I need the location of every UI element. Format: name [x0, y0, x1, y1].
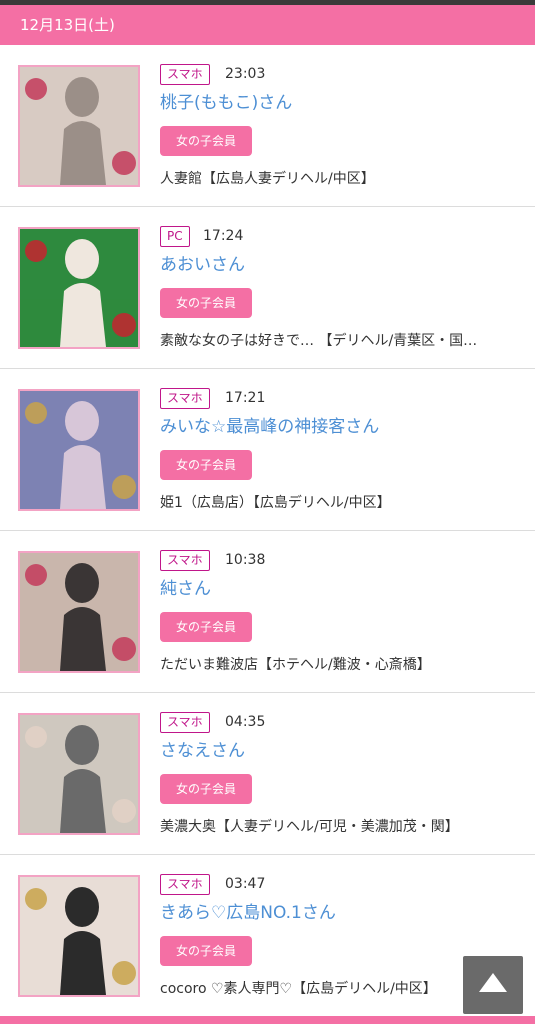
girl-name-link[interactable]: きあら♡広島NO.1さん	[160, 901, 336, 925]
girl-name-link[interactable]: さなえさん	[160, 739, 245, 763]
shop-name: 素敵な女の子は好きで… 【デリヘル/青葉区・国…	[160, 333, 478, 349]
girl-name-link[interactable]: みいな☆最高峰の神接客さん	[160, 415, 379, 439]
post-time: 03:47	[225, 876, 266, 892]
profile-photo[interactable]	[18, 875, 140, 997]
scroll-to-top-button[interactable]	[463, 956, 523, 1014]
member-badge: 女の子会員	[160, 126, 252, 156]
member-badge: 女の子会員	[160, 774, 252, 804]
list-item[interactable]: スマホ 10:38 純さん女の子会員ただいま難波店【ホテヘル/難波・心斎橋】	[0, 531, 535, 693]
arrow-up-icon	[479, 973, 507, 992]
member-badge: 女の子会員	[160, 936, 252, 966]
post-time: 17:21	[225, 390, 266, 406]
list-item[interactable]: スマホ 03:47 きあら♡広島NO.1さん 女の子会員 cocoro ♡素人専門♡【広…	[0, 855, 535, 1017]
date-header: 12月13日(土)	[0, 5, 535, 45]
shop-name: 姫1（広島店）【広島デリヘル/中区】	[160, 495, 391, 511]
list-item[interactable]: PC 17:24 あおいさん女の子会員素敵な女の子は好きで… 【デリヘル/青葉区・国…	[0, 207, 535, 369]
member-badge: 女の子会員	[160, 450, 252, 480]
device-badge: スマホ	[160, 388, 210, 409]
footer-bar	[0, 1016, 535, 1024]
device-badge: スマホ	[160, 712, 210, 733]
profile-photo[interactable]	[18, 227, 140, 349]
member-badge: 女の子会員	[160, 612, 252, 642]
list-item[interactable]: スマホ 17:21 みいな☆最高峰の神接客さん女の子会員姫1（広島店）【広島デリヘル…	[0, 369, 535, 531]
post-time: 04:35	[225, 714, 266, 730]
profile-photo[interactable]	[18, 713, 140, 835]
device-badge: PC	[160, 226, 190, 247]
list-item[interactable]: スマホ 23:03 桃子(ももこ)さん女の子会員人妻館【広島人妻デリヘル/中区】	[0, 45, 535, 207]
profile-photo[interactable]	[18, 389, 140, 511]
device-badge: スマホ	[160, 64, 210, 85]
girl-name-link[interactable]: あおいさん	[160, 253, 245, 277]
shop-name: 美濃大奥【人妻デリヘル/可児・美濃加茂・関】	[160, 819, 459, 835]
member-badge: 女の子会員	[160, 288, 252, 318]
device-badge: スマホ	[160, 550, 210, 571]
post-time: 10:38	[225, 552, 266, 568]
post-time: 23:03	[225, 66, 266, 82]
shop-name: 人妻館【広島人妻デリヘル/中区】	[160, 171, 375, 187]
profile-photo[interactable]	[18, 551, 140, 673]
girl-name-link[interactable]: 純さん	[160, 577, 211, 601]
device-badge: スマホ	[160, 874, 210, 895]
list-item[interactable]: スマホ 04:35 さなえさん女の子会員美濃大奥【人妻デリヘル/可児・美濃加茂・関】	[0, 693, 535, 855]
shop-name: ただいま難波店【ホテヘル/難波・心斎橋】	[160, 657, 431, 673]
profile-photo[interactable]	[18, 65, 140, 187]
girl-name-link[interactable]: 桃子(ももこ)さん	[160, 91, 292, 115]
post-time: 17:24	[203, 228, 244, 244]
